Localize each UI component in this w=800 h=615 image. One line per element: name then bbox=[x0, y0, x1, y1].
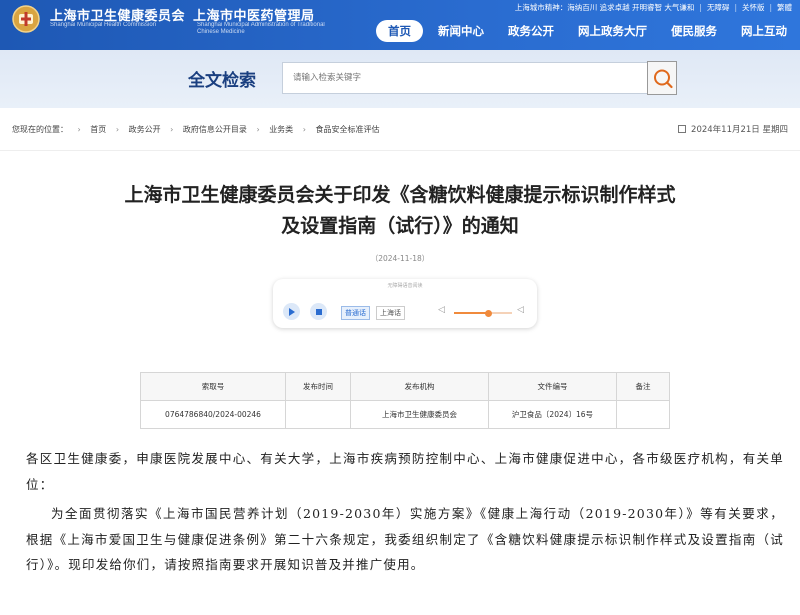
cell-publish-time bbox=[285, 400, 351, 429]
calendar-icon bbox=[678, 125, 687, 133]
play-button[interactable] bbox=[283, 303, 300, 320]
table-header-row: 索取号 发布时间 发布机构 文件编号 备注 bbox=[140, 372, 670, 401]
col-document-number: 文件编号 bbox=[488, 372, 617, 401]
volume-slider[interactable] bbox=[454, 309, 512, 317]
site-name-en: Shanghai Municipal Health Commission bbox=[50, 22, 157, 28]
accessibility-link[interactable]: 无障碍 bbox=[707, 2, 730, 13]
nav-government-affairs[interactable]: 政务公开 bbox=[499, 20, 563, 42]
volume-up-icon[interactable]: ◁ bbox=[517, 305, 527, 315]
cell-remarks bbox=[616, 400, 670, 429]
search-band: 全文检索 bbox=[0, 50, 800, 108]
volume-down-icon[interactable]: ◁ bbox=[438, 305, 448, 315]
shanghainese-toggle[interactable]: 上海话 bbox=[376, 306, 405, 320]
search-icon bbox=[654, 69, 673, 89]
cell-publisher: 上海市卫生健康委员会 bbox=[350, 400, 489, 429]
top-links: 上海城市精神：海纳百川 追求卓越 开明睿智 大气谦和 | 无障碍 | 关怀版 |… bbox=[514, 2, 792, 13]
current-date-text: 2024年11月21日 星期四 bbox=[691, 125, 788, 135]
breadcrumb-separator: › bbox=[115, 125, 120, 134]
body-paragraph-main: 为全面贯彻落实《上海市国民营养计划（2019-2030年）实施方案》《健康上海行… bbox=[26, 506, 784, 572]
current-date: 2024年11月21日 星期四 bbox=[678, 123, 788, 135]
breadcrumb-item-home[interactable]: 首页 bbox=[90, 125, 106, 134]
breadcrumb-item-business[interactable]: 业务类 bbox=[269, 125, 293, 134]
player-title: 无障碍语音阅读 bbox=[387, 283, 423, 289]
col-index-number: 索取号 bbox=[140, 372, 286, 401]
audio-player: 无障碍语音阅读 普通话 上海话 ◁ ◁ bbox=[273, 279, 537, 328]
elderly-mode-link[interactable]: 关怀版 bbox=[742, 2, 765, 13]
document-info-table: 索取号 发布时间 发布机构 文件编号 备注 0764786840/2024-00… bbox=[140, 372, 670, 429]
breadcrumb-separator: › bbox=[77, 125, 81, 134]
article-body: 各区卫生健康委，申康医院发展中心、有关大学，上海市疾病预防控制中心、上海市健康促… bbox=[26, 446, 784, 582]
breadcrumb: 您现在的位置： › 首页 › 政务公开 › 政府信息公开目录 › 业务类 › 食… bbox=[12, 124, 379, 135]
breadcrumb-separator: › bbox=[170, 125, 174, 134]
volume-slider-knob[interactable] bbox=[485, 309, 493, 317]
nav-news[interactable]: 新闻中心 bbox=[429, 20, 493, 42]
article-title-line1: 上海市卫生健康委员会关于印发《含糖饮料健康提示标识制作样式 bbox=[124, 184, 676, 206]
emblem-logo[interactable] bbox=[10, 4, 42, 34]
nav-home[interactable]: 首页 bbox=[376, 20, 423, 42]
nav-public-service[interactable]: 便民服务 bbox=[662, 20, 726, 42]
article-title-line2: 及设置指南（试行）》的通知 bbox=[281, 215, 519, 237]
article-title: 上海市卫生健康委员会关于印发《含糖饮料健康提示标识制作样式 及设置指南（试行）》… bbox=[80, 180, 720, 242]
search-input[interactable] bbox=[282, 62, 648, 94]
cell-document-number: 沪卫食品〔2024〕16号 bbox=[488, 400, 617, 429]
breadcrumb-separator: › bbox=[256, 125, 260, 134]
nav-online-service-hall[interactable]: 网上政务大厅 bbox=[569, 20, 656, 42]
breadcrumb-label: 您现在的位置： bbox=[12, 125, 68, 134]
col-publisher: 发布机构 bbox=[350, 372, 489, 401]
volume-slider-fill bbox=[454, 312, 489, 314]
breadcrumb-bar: 您现在的位置： › 首页 › 政务公开 › 政府信息公开目录 › 业务类 › 食… bbox=[0, 108, 800, 151]
body-paragraph-addressees: 各区卫生健康委，申康医院发展中心、有关大学，上海市疾病预防控制中心、上海市健康促… bbox=[26, 451, 784, 492]
article-date: （2024-11-18） bbox=[370, 254, 430, 263]
site-header: 上海市卫生健康委员会 上海市中医药管理局 Shanghai Municipal H… bbox=[0, 0, 800, 50]
site-name-en-2: Shanghai Municipal Administration of Tra… bbox=[197, 22, 325, 35]
traditional-chinese-link[interactable]: 繁體 bbox=[777, 2, 792, 13]
table-row: 0764786840/2024-00246 上海市卫生健康委员会 沪卫食品〔20… bbox=[140, 400, 670, 429]
breadcrumb-item-affairs[interactable]: 政务公开 bbox=[129, 125, 161, 134]
breadcrumb-item-catalog[interactable]: 政府信息公开目录 bbox=[183, 125, 247, 134]
cell-index-number: 0764786840/2024-00246 bbox=[140, 400, 286, 429]
breadcrumb-separator: › bbox=[302, 125, 306, 134]
city-spirit-text: 上海城市精神：海纳百川 追求卓越 开明睿智 大气谦和 bbox=[514, 3, 695, 12]
search-button[interactable] bbox=[647, 61, 677, 95]
col-remarks: 备注 bbox=[616, 372, 670, 401]
search-title: 全文检索 bbox=[188, 71, 256, 91]
mandarin-toggle[interactable]: 普通话 bbox=[341, 306, 370, 320]
nav-interaction[interactable]: 网上互动 bbox=[732, 20, 796, 42]
col-publish-time: 发布时间 bbox=[285, 372, 351, 401]
breadcrumb-item-food-safety[interactable]: 食品安全标准评估 bbox=[315, 125, 379, 134]
stop-button[interactable] bbox=[310, 303, 327, 320]
main-nav: 首页 新闻中心 政务公开 网上政务大厅 便民服务 网上互动 bbox=[370, 20, 796, 42]
